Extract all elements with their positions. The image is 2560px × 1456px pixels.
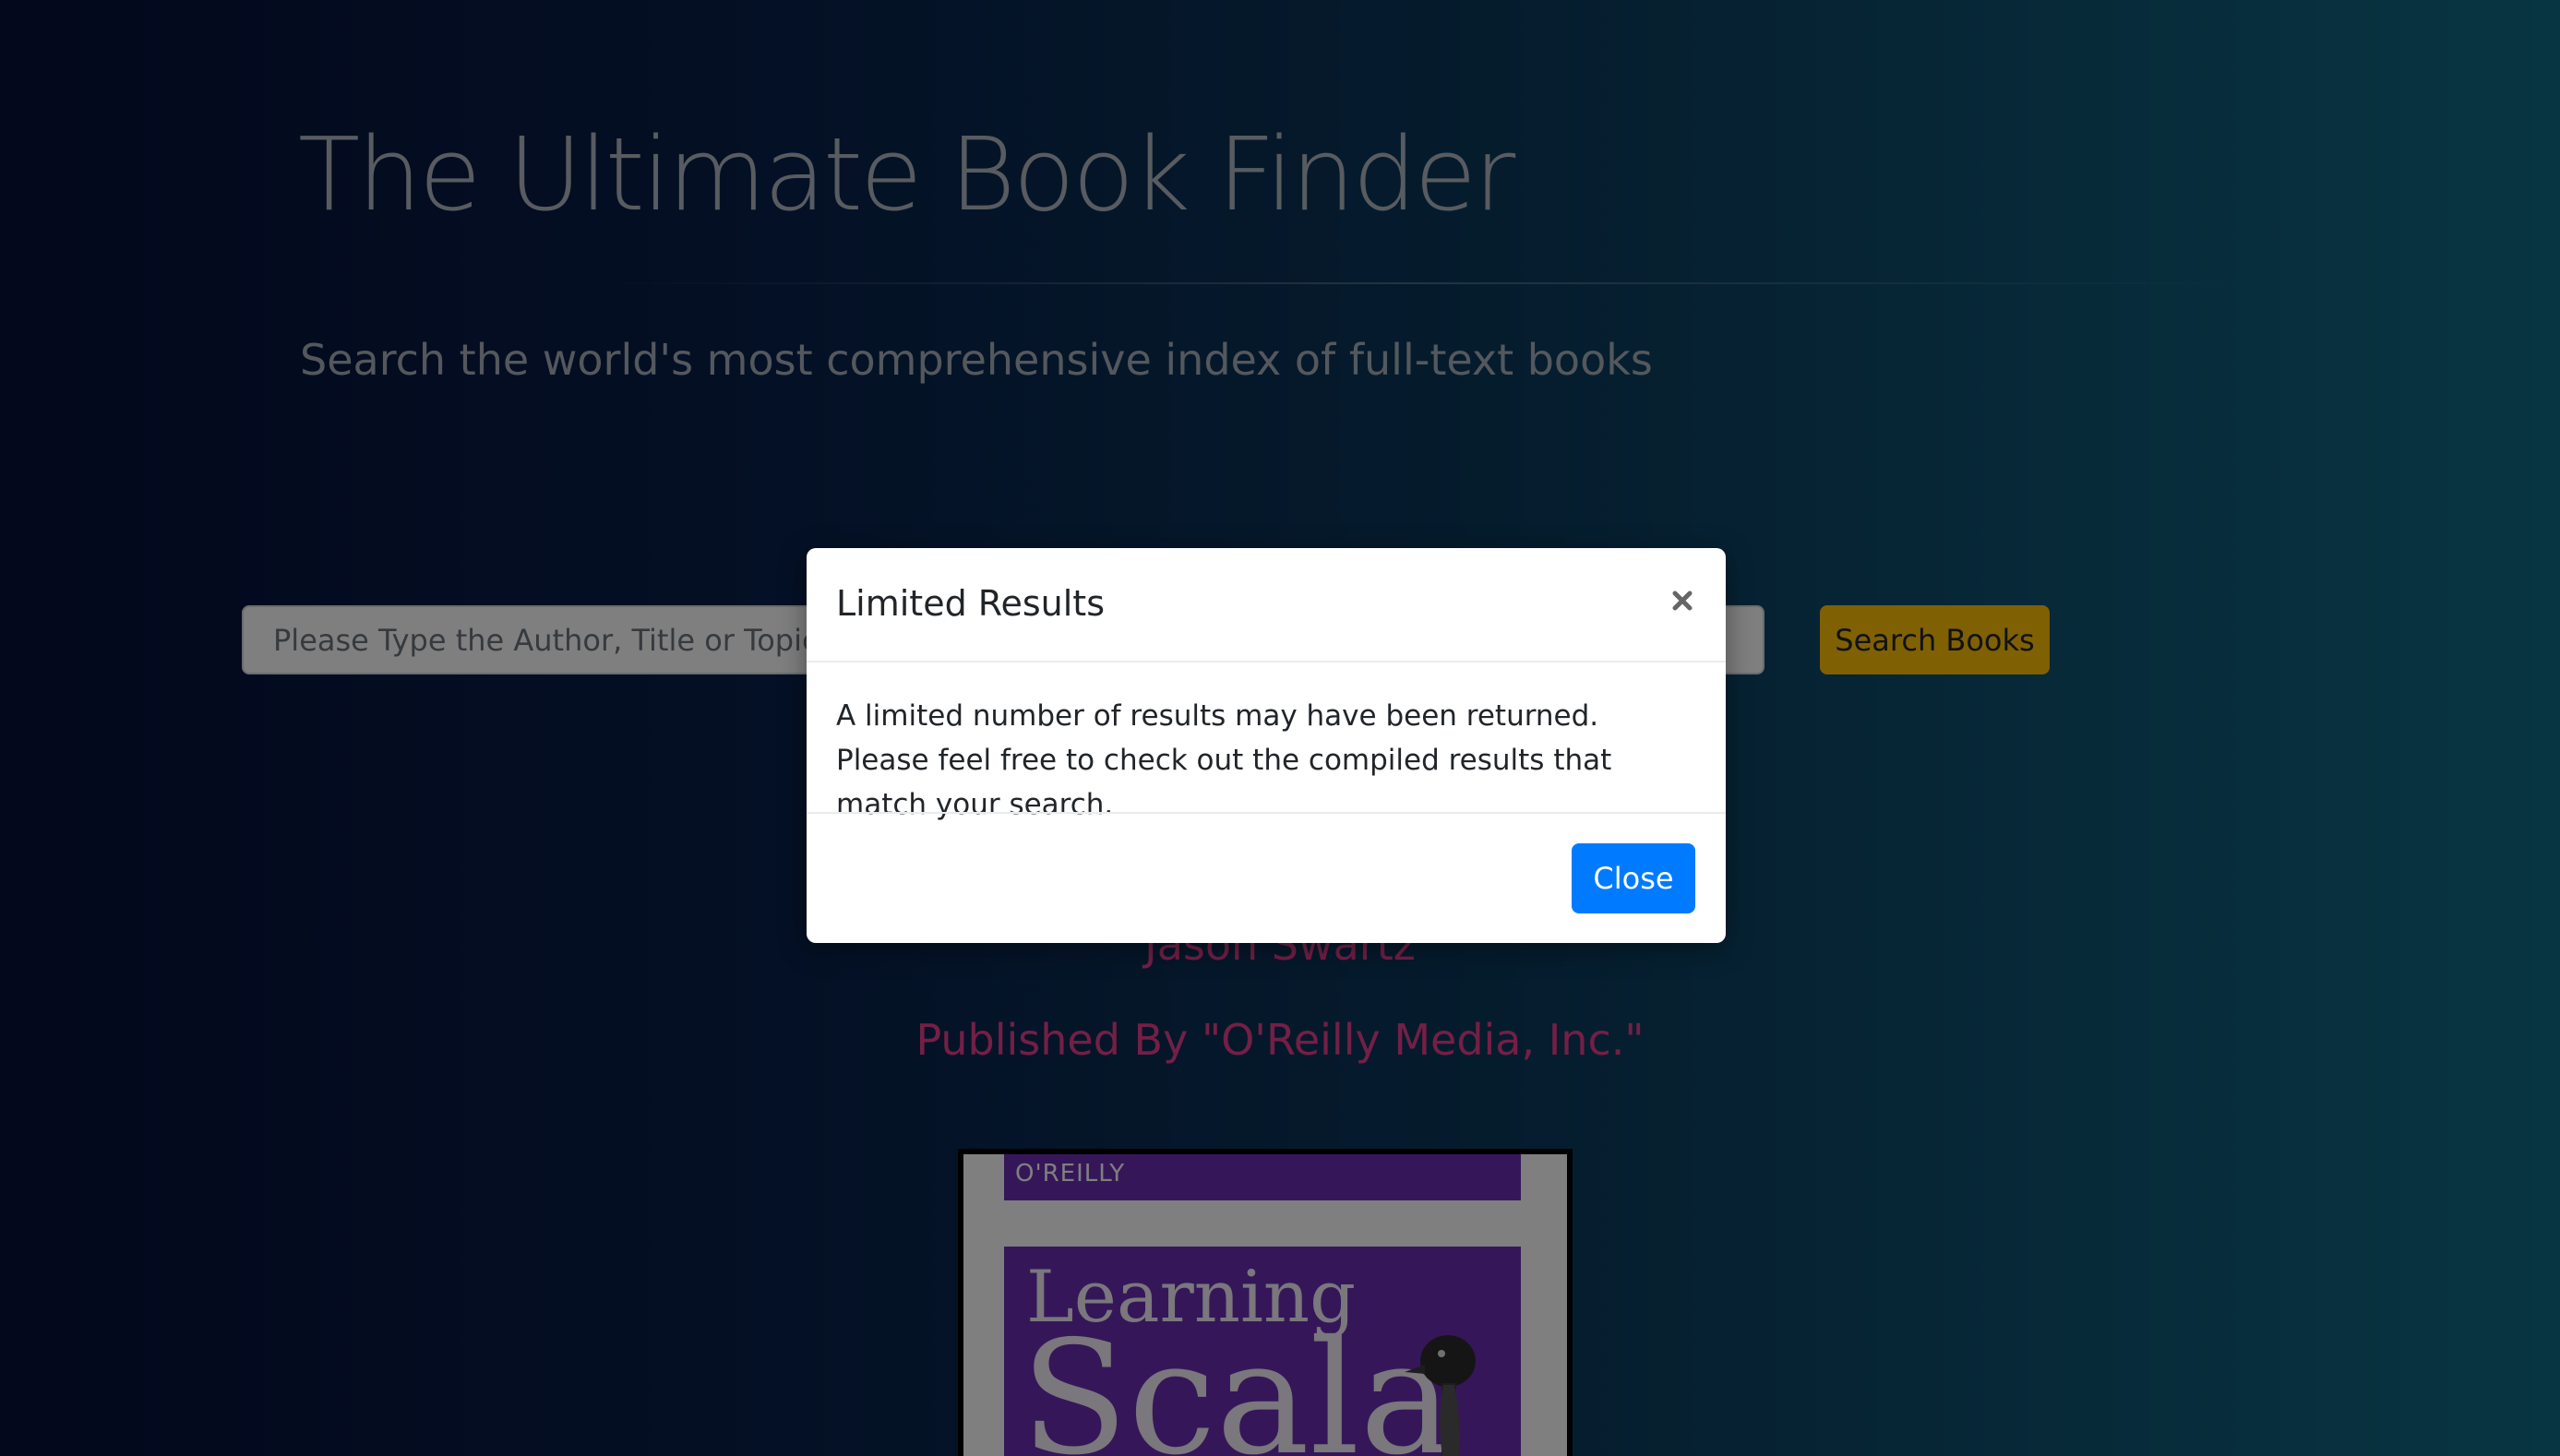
modal-header: Limited Results <box>807 548 1726 662</box>
modal-title: Limited Results <box>836 583 1105 624</box>
close-button[interactable]: Close <box>1572 843 1695 913</box>
limited-results-modal: Limited Results A limited number of resu… <box>807 548 1726 943</box>
close-icon <box>1672 591 1693 611</box>
modal-footer: Close <box>807 812 1726 943</box>
modal-body-text: A limited number of results may have bee… <box>836 699 1612 821</box>
page: The Ultimate Book Finder Search the worl… <box>0 0 2560 1456</box>
modal-close-x-button[interactable] <box>1661 579 1704 622</box>
